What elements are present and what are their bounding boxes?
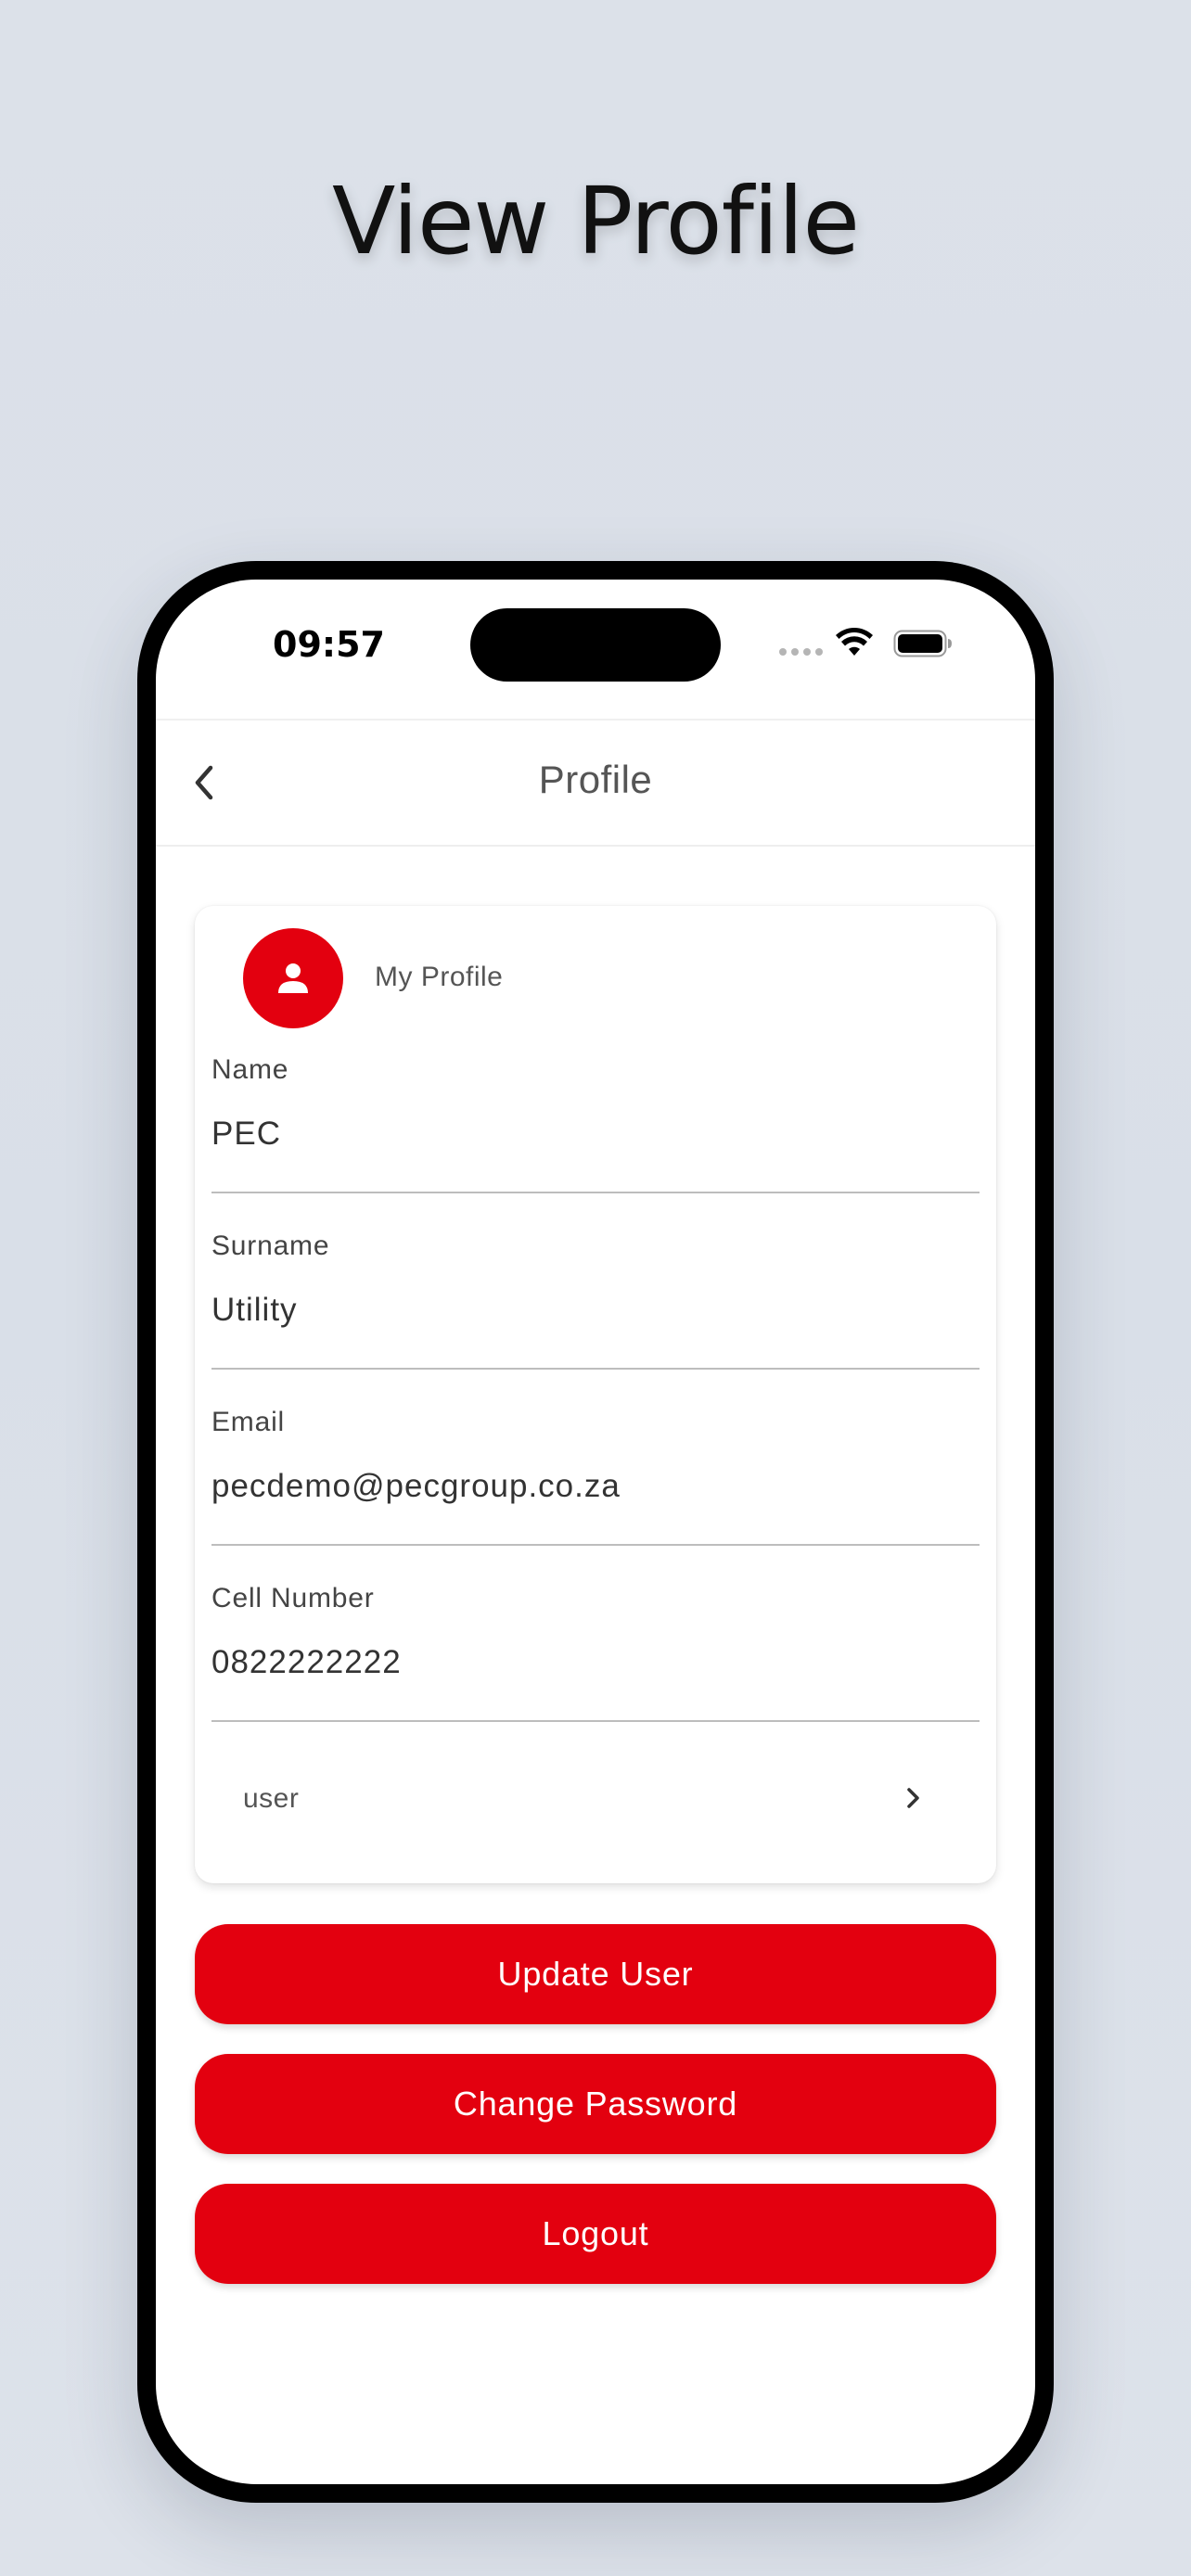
status-bar: 09:57 (156, 580, 1035, 719)
role-value: user (243, 1783, 300, 1814)
cellular-signal-icon (779, 648, 823, 656)
email-field: Email (211, 1407, 980, 1546)
surname-field: Surname (211, 1231, 980, 1370)
avatar (243, 928, 343, 1028)
name-field: Name (211, 1054, 980, 1193)
email-label: Email (211, 1407, 286, 1437)
cell-number-input[interactable] (211, 1644, 980, 1681)
phone-screen: 09:57 Profile My Profile Name PEC Surnam… (156, 580, 1035, 2484)
change-password-button[interactable]: Change Password (195, 2054, 996, 2154)
name-underline (211, 1192, 980, 1193)
role-selector[interactable]: user (211, 1750, 980, 1846)
profile-card-title: My Profile (375, 962, 504, 992)
name-label: Name (211, 1054, 289, 1085)
profile-card: My Profile Name Surname Email Cell Numbe… (195, 906, 996, 1883)
person-icon (278, 963, 308, 993)
navigation-bar: Profile (156, 719, 1035, 847)
cell-number-field: Cell Number (211, 1583, 980, 1722)
wifi-icon (836, 628, 873, 656)
page-title: Profile (538, 758, 653, 801)
phone-frame: 09:57 Profile My Profile Name PEC Surnam… (137, 561, 1054, 2503)
status-time: 09:57 (273, 624, 385, 665)
name-input[interactable] (211, 1116, 980, 1153)
battery-icon (893, 630, 952, 657)
update-user-button[interactable]: Update User (195, 1924, 996, 2024)
email-input[interactable] (211, 1468, 980, 1505)
logout-button[interactable]: Logout (195, 2184, 996, 2284)
surname-label: Surname (211, 1231, 330, 1261)
dynamic-island (470, 608, 721, 682)
surname-underline (211, 1368, 980, 1370)
surname-input[interactable] (211, 1292, 980, 1329)
cell-number-label: Cell Number (211, 1583, 375, 1613)
cell-number-underline (211, 1720, 980, 1722)
email-underline (211, 1544, 980, 1546)
marketing-headline: View Profile (331, 167, 860, 275)
chevron-right-icon (907, 1788, 919, 1808)
